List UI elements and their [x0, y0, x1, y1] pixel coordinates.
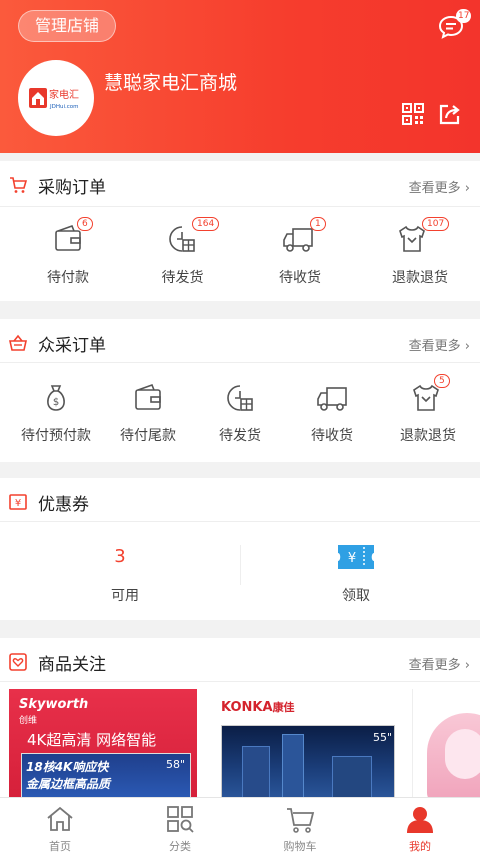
order-status-label: 退款退货	[392, 270, 448, 286]
share-icon[interactable]	[438, 102, 462, 126]
group-orders-section: 众采订单 查看更多 › $ 待付预付款 待付尾款 待发货 待收货 5 退款退货	[0, 319, 480, 462]
available-coupon-label[interactable]: 可用	[5, 585, 245, 605]
order-status-label: 待收货	[279, 270, 321, 286]
group-status-label: 退款退货	[400, 428, 456, 444]
nav-category[interactable]: 分类	[120, 798, 240, 853]
count-badge: 5	[434, 374, 450, 388]
product-card-partial[interactable]	[412, 689, 480, 799]
order-status-refund[interactable]: 107 退款退货	[360, 207, 480, 301]
purchase-orders-section: 采购订单 查看更多 › 6 待付款 164 待发货 1 待收货 107 退款退货	[0, 161, 480, 301]
product-follow-more-link[interactable]: 查看更多 ›	[409, 654, 470, 673]
product-follow-title: 商品关注	[38, 655, 106, 675]
group-status-pending-receipt[interactable]: 待收货	[284, 363, 380, 462]
group-status-final-payment[interactable]: 待付尾款	[96, 363, 200, 462]
product-card-skyworth[interactable]: Skyworth 创维 4K超高清 网络智能 18核4K响应快 金属边框高品质 …	[9, 689, 197, 799]
svg-text:$: $	[53, 397, 59, 408]
message-count-badge: 17	[456, 9, 472, 23]
nav-label: 我的	[409, 840, 431, 853]
store-name: 慧聪家电汇商城	[104, 72, 238, 94]
receive-coupon-icon[interactable]: ¥	[336, 541, 376, 573]
available-coupon-count[interactable]: 3	[0, 546, 240, 567]
group-orders-title: 众采订单	[38, 336, 106, 356]
building-1	[242, 746, 270, 799]
group-status-pending-shipment[interactable]: 待发货	[192, 363, 288, 462]
group-orders-more-link[interactable]: 查看更多 ›	[409, 335, 470, 354]
truck-icon	[283, 228, 313, 252]
svg-text:¥: ¥	[348, 551, 356, 566]
group-status-label: 待付尾款	[120, 428, 176, 444]
product-headline: 4K超高清 网络智能	[27, 731, 157, 749]
wallet-icon	[135, 383, 161, 410]
product-brand: Skyworth	[19, 697, 89, 712]
category-icon	[167, 806, 194, 833]
nav-mine[interactable]: 我的	[360, 798, 480, 853]
basket-icon	[9, 334, 27, 351]
money-bag-icon: $	[47, 385, 65, 411]
building-3	[332, 756, 372, 799]
product-image-highlight	[445, 729, 480, 779]
coupon-divider	[240, 545, 241, 585]
nav-home[interactable]: 首页	[0, 798, 120, 853]
coupon-header: ¥ 优惠券	[0, 478, 480, 522]
truck-icon	[317, 387, 347, 411]
logo-subtext: JDHui.com	[49, 104, 79, 110]
order-status-label: 待发货	[161, 270, 204, 286]
nav-label: 首页	[49, 840, 71, 853]
purchase-orders-title: 采购订单	[38, 178, 106, 198]
store-header: 管理店铺 17 家电汇 JDHui.com 慧聪家电汇商城	[0, 0, 480, 153]
bottom-navigation: 首页 分类 购物车 我的	[0, 797, 480, 853]
order-status-pending-receipt[interactable]: 1 待收货	[240, 207, 360, 301]
svg-text:¥: ¥	[15, 498, 21, 509]
cart-icon	[287, 808, 315, 833]
coupon-title: 优惠券	[38, 495, 89, 515]
manage-store-button[interactable]: 管理店铺	[18, 10, 116, 42]
heart-box-icon	[9, 653, 27, 671]
product-promo: 18核4K响应快	[26, 760, 109, 774]
receive-coupon-label[interactable]: 领取	[236, 585, 476, 605]
product-card-konka[interactable]: KONKA康佳 55"	[213, 689, 401, 799]
purchase-orders-header[interactable]: 采购订单 查看更多 ›	[0, 161, 480, 207]
product-size: 55"	[373, 731, 393, 744]
coupon-icon: ¥	[9, 494, 27, 510]
product-follow-header[interactable]: 商品关注 查看更多 ›	[0, 638, 480, 682]
count-badge: 107	[422, 217, 450, 231]
nav-label: 分类	[169, 840, 191, 853]
group-orders-header[interactable]: 众采订单 查看更多 ›	[0, 319, 480, 363]
product-brand: KONKA康佳	[221, 700, 295, 715]
profile-icon	[407, 807, 433, 833]
order-status-pending-payment[interactable]: 6 待付款	[0, 207, 136, 301]
cart-icon	[10, 177, 27, 193]
product-brand-cn: 创维	[19, 716, 38, 726]
group-status-refund[interactable]: 5 退款退货	[376, 363, 480, 462]
purchase-orders-more-link[interactable]: 查看更多 ›	[409, 177, 470, 196]
home-icon	[47, 806, 73, 831]
product-image	[221, 725, 395, 799]
nav-label: 购物车	[283, 840, 317, 853]
order-status-pending-shipment[interactable]: 164 待发货	[121, 207, 244, 301]
count-badge: 6	[77, 217, 93, 231]
store-logo-icon: 家电汇 JDHui.com	[29, 88, 79, 110]
building-2	[282, 734, 304, 799]
logo-text: 家电汇	[49, 88, 79, 101]
count-badge: 1	[310, 217, 326, 231]
order-status-label: 待付款	[47, 270, 89, 286]
product-size: 58"	[166, 758, 186, 771]
clock-box-icon	[227, 385, 253, 411]
group-status-label: 待发货	[219, 428, 261, 444]
nav-cart[interactable]: 购物车	[240, 798, 360, 853]
product-promo-2: 金属边框高品质	[26, 777, 111, 791]
group-status-label: 待收货	[311, 428, 353, 444]
count-badge: 164	[192, 217, 220, 231]
store-avatar[interactable]: 家电汇 JDHui.com	[18, 60, 94, 136]
qr-code-icon[interactable]	[402, 103, 424, 125]
